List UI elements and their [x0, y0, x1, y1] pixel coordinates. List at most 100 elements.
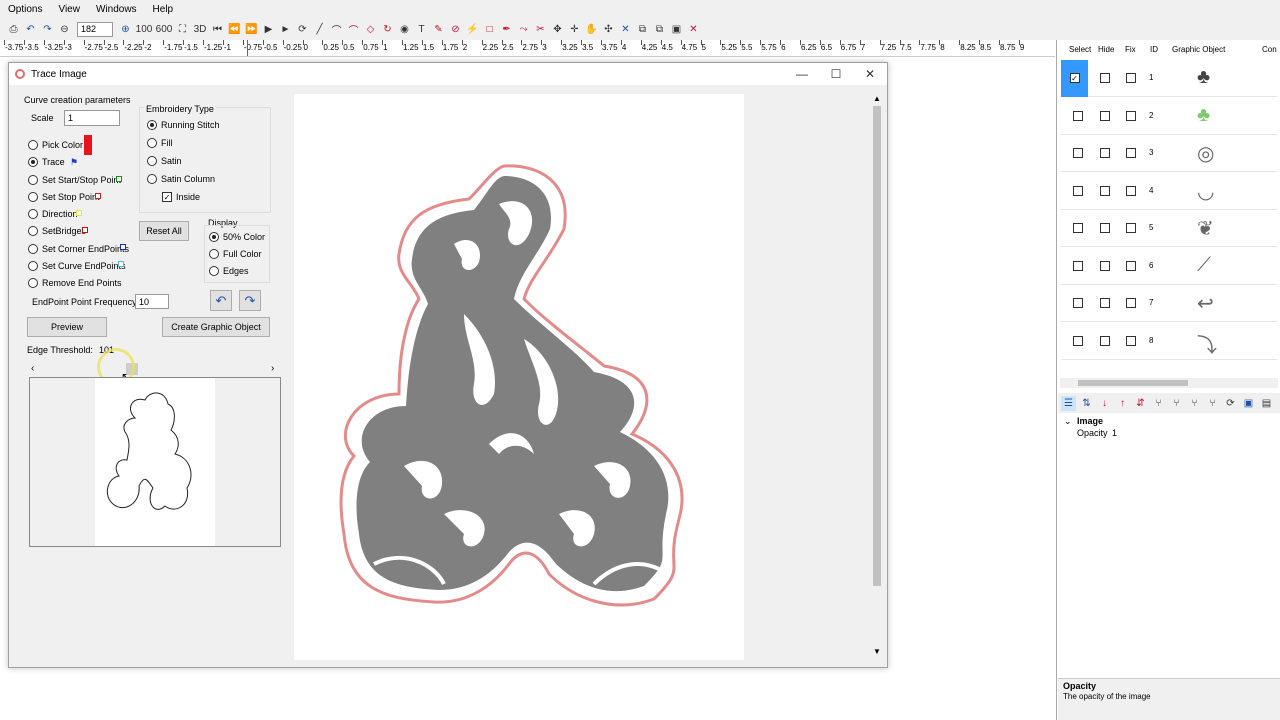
- hide-checkbox[interactable]: [1100, 110, 1110, 121]
- zoom-600-button[interactable]: 600: [155, 22, 173, 37]
- slider-left-arrow-icon[interactable]: ‹: [31, 363, 34, 374]
- settings-icon[interactable]: ▣: [1241, 396, 1256, 411]
- header-graphic-object[interactable]: Graphic Object: [1172, 45, 1225, 59]
- join-icon[interactable]: ⑂: [1205, 396, 1220, 411]
- node-tool-icon[interactable]: ✎: [431, 22, 446, 37]
- pen-icon[interactable]: ✒: [499, 22, 514, 37]
- preview-button[interactable]: Preview: [27, 317, 107, 337]
- move-all-icon[interactable]: ✣: [601, 22, 616, 37]
- zoom-100-button[interactable]: 100: [135, 22, 153, 37]
- move-down-icon[interactable]: ↓: [1097, 396, 1112, 411]
- fix-checkbox[interactable]: [1126, 223, 1136, 233]
- header-fix[interactable]: Fix: [1125, 45, 1136, 59]
- select-checkbox[interactable]: [1073, 110, 1083, 121]
- maximize-icon[interactable]: ☐: [819, 63, 853, 85]
- circle-tool-icon[interactable]: ◉: [397, 22, 412, 37]
- fix-checkbox[interactable]: [1126, 335, 1136, 346]
- square-select-icon[interactable]: □: [482, 22, 497, 37]
- fix-checkbox[interactable]: [1126, 260, 1136, 271]
- option-radio[interactable]: [28, 191, 38, 202]
- cut-icon[interactable]: ✂: [533, 22, 548, 37]
- slider-right-arrow-icon[interactable]: ›: [271, 363, 274, 374]
- curve-tool-icon[interactable]: ⌒: [329, 22, 344, 37]
- zoom-in-icon[interactable]: ⊕: [118, 22, 133, 37]
- first-frame-icon[interactable]: ⏮: [210, 22, 225, 37]
- refresh-icon[interactable]: ⟳: [1223, 396, 1238, 411]
- header-select[interactable]: Select: [1069, 45, 1091, 59]
- hide-checkbox[interactable]: [1100, 260, 1110, 271]
- select-checkbox[interactable]: [1073, 148, 1083, 158]
- lightning-icon[interactable]: ⚡: [465, 22, 480, 37]
- object-row[interactable]: 5 ❦: [1061, 210, 1277, 247]
- embroidery-radio[interactable]: [147, 156, 157, 166]
- option-radio[interactable]: [28, 260, 38, 271]
- move-nodes-icon[interactable]: ✛: [567, 22, 582, 37]
- bezier-tool-icon[interactable]: ⌒: [346, 22, 361, 37]
- paste-icon[interactable]: ⧉: [652, 22, 667, 37]
- pan-icon[interactable]: ✋: [584, 22, 599, 37]
- object-row[interactable]: 8 ⤵: [1061, 323, 1277, 360]
- trace-image-canvas[interactable]: [294, 94, 744, 660]
- scroll-up-arrow-icon[interactable]: ▲: [873, 94, 881, 103]
- select-checkbox[interactable]: [1073, 260, 1083, 271]
- option-radio[interactable]: [28, 140, 38, 150]
- delete-icon[interactable]: ✕: [686, 22, 701, 37]
- collapse-icon[interactable]: ⌄: [1064, 416, 1072, 427]
- display-radio[interactable]: [209, 249, 219, 259]
- split-icon[interactable]: ⑂: [1151, 396, 1166, 411]
- scroll-down-arrow-icon[interactable]: ▼: [873, 647, 881, 656]
- minimize-icon[interactable]: —: [785, 63, 819, 85]
- select-checkbox[interactable]: [1073, 185, 1083, 196]
- select-checkbox[interactable]: [1073, 298, 1083, 308]
- redo-trace-icon[interactable]: ↷: [239, 290, 261, 311]
- embroidery-radio[interactable]: [147, 174, 157, 184]
- stitch-tool-icon[interactable]: ⊘: [448, 22, 463, 37]
- display-radio[interactable]: [209, 266, 219, 276]
- knife-icon[interactable]: ⤳: [516, 22, 531, 37]
- redo-icon[interactable]: ↷: [40, 22, 55, 37]
- close-icon[interactable]: ✕: [853, 63, 887, 85]
- sort-icon[interactable]: ⇅: [1079, 396, 1094, 411]
- step-icon[interactable]: ▶: [261, 22, 276, 37]
- select-checkbox[interactable]: [1073, 335, 1083, 346]
- select-checkbox[interactable]: ✓: [1061, 60, 1088, 97]
- hide-checkbox[interactable]: [1100, 298, 1110, 308]
- object-row[interactable]: 6 ⟋: [1061, 248, 1277, 285]
- menu-windows[interactable]: Windows: [88, 4, 145, 15]
- menu-options[interactable]: Options: [0, 4, 50, 15]
- fix-checkbox[interactable]: [1126, 73, 1136, 83]
- option-radio[interactable]: [28, 174, 38, 185]
- forward-icon[interactable]: ⏩: [244, 22, 259, 37]
- prop-value-opacity[interactable]: 1: [1112, 428, 1117, 438]
- frame-icon[interactable]: ▣: [669, 22, 684, 37]
- embroidery-radio[interactable]: [147, 138, 157, 148]
- back-icon[interactable]: ⏪: [227, 22, 242, 37]
- option-radio[interactable]: [28, 278, 38, 288]
- fix-checkbox[interactable]: [1126, 298, 1136, 308]
- inside-checkbox[interactable]: ✓: [162, 192, 172, 202]
- zoom-input[interactable]: 182: [77, 21, 113, 37]
- branch-icon[interactable]: ⑂: [1187, 396, 1202, 411]
- line-tool-icon[interactable]: ╱: [312, 22, 327, 37]
- fix-checkbox[interactable]: [1126, 148, 1136, 158]
- header-id[interactable]: ID: [1150, 45, 1158, 59]
- option-radio[interactable]: [28, 226, 38, 237]
- text-tool-icon[interactable]: T: [414, 22, 429, 37]
- hide-checkbox[interactable]: [1100, 73, 1110, 83]
- panel-horizontal-scrollbar[interactable]: [1060, 378, 1278, 388]
- print-icon[interactable]: ⎙: [6, 22, 21, 37]
- create-graphic-object-button[interactable]: Create Graphic Object: [162, 317, 270, 337]
- list-view-icon[interactable]: ☰: [1061, 395, 1076, 411]
- scale-input[interactable]: 1: [64, 110, 120, 126]
- copy-icon[interactable]: ⧉: [635, 22, 650, 37]
- option-radio[interactable]: [28, 157, 38, 168]
- object-row[interactable]: 7 ↩: [1061, 285, 1277, 322]
- object-row[interactable]: 3 ◎: [1061, 135, 1277, 172]
- menu-help[interactable]: Help: [145, 4, 182, 15]
- move-icon[interactable]: ✥: [550, 22, 565, 37]
- polygon-tool-icon[interactable]: ◇: [363, 22, 378, 37]
- fix-checkbox[interactable]: [1126, 110, 1136, 121]
- panel-scrollbar-thumb[interactable]: [1078, 380, 1188, 386]
- reset-all-button[interactable]: Reset All: [139, 221, 189, 241]
- display-radio[interactable]: [209, 232, 219, 242]
